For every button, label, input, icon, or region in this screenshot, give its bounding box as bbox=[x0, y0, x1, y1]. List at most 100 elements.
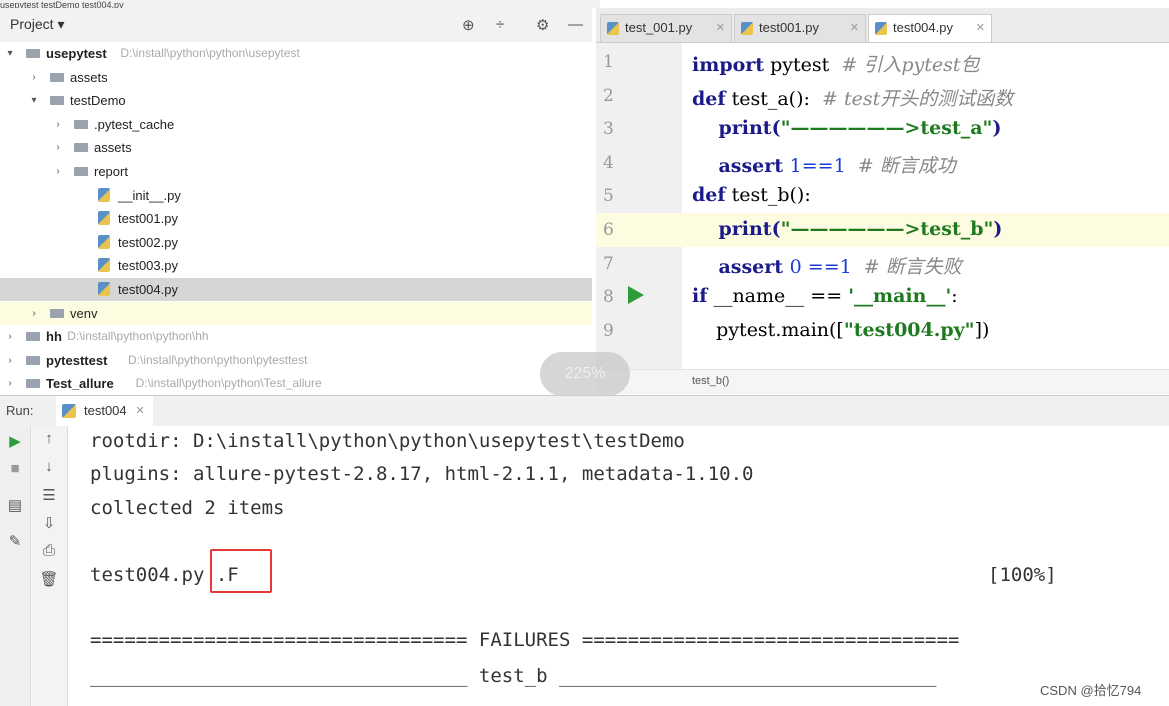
tree-item-label: testDemo bbox=[70, 93, 126, 109]
close-icon[interactable]: ✕ bbox=[976, 15, 985, 41]
locate-icon[interactable]: ⊕ bbox=[462, 16, 475, 34]
folder-icon bbox=[26, 332, 40, 342]
chevron-down-icon[interactable]: ▾ bbox=[4, 42, 16, 65]
code-line: pytest.main(["test004.py"]) bbox=[692, 319, 989, 341]
tree-item[interactable]: ▾ testDemo bbox=[0, 89, 592, 112]
trash-icon[interactable]: 🗑 bbox=[37, 570, 61, 588]
editor-tab[interactable]: test001.py ✕ bbox=[734, 14, 866, 42]
code-line: if __name__ == '__main__': bbox=[692, 285, 958, 307]
rerun-icon[interactable]: ▶ bbox=[3, 432, 27, 450]
chevron-right-icon[interactable]: › bbox=[52, 136, 64, 159]
chevron-right-icon[interactable]: › bbox=[4, 325, 16, 348]
chevron-right-icon[interactable]: › bbox=[28, 302, 40, 325]
tree-item[interactable]: test003.py bbox=[0, 254, 592, 277]
line-number: 9 bbox=[603, 320, 614, 341]
tree-item[interactable]: › assets bbox=[0, 136, 592, 159]
code-line: import pytest # 引入pytest包 bbox=[692, 50, 979, 77]
console-line: plugins: allure-pytest-2.8.17, html-2.1.… bbox=[90, 463, 754, 485]
chevron-right-icon[interactable]: › bbox=[52, 160, 64, 183]
tree-item-label: __init__.py bbox=[118, 187, 181, 203]
chevron-right-icon[interactable]: › bbox=[4, 372, 16, 394]
editor-tab[interactable]: test004.py ✕ bbox=[868, 14, 992, 42]
close-icon[interactable]: ✕ bbox=[135, 396, 144, 426]
editor-tab[interactable]: test_001.py ✕ bbox=[600, 14, 732, 42]
code-line: def test_b(): bbox=[692, 184, 811, 206]
tree-item-label: report bbox=[94, 164, 128, 179]
gear-icon[interactable]: ⚙ bbox=[536, 16, 549, 34]
python-file-icon bbox=[98, 282, 110, 296]
chevron-right-icon[interactable]: › bbox=[28, 66, 40, 89]
project-panel-header: Project ▾ ⊕ ÷ ⚙ — bbox=[0, 8, 592, 43]
code-token: # 断言成功 bbox=[845, 154, 956, 177]
run-toolbar-right: ↑ ↓ ☰ ⇩ ⎙ 🗑 bbox=[31, 426, 68, 706]
python-file-icon bbox=[875, 22, 887, 35]
line-number: 2 bbox=[603, 85, 614, 106]
pin-icon[interactable]: ✎ bbox=[3, 532, 27, 550]
print-icon[interactable]: ⎙ bbox=[37, 542, 61, 559]
tree-item[interactable]: › report bbox=[0, 160, 592, 183]
collapse-icon[interactable]: ÷ bbox=[496, 16, 504, 33]
tree-item[interactable]: ▾ usepytest D:\install\python\python\usepy… bbox=[0, 42, 592, 65]
code-token: pytest bbox=[764, 54, 842, 76]
tree-item-label: .pytest_cache bbox=[94, 116, 175, 132]
tree-item[interactable]: test002.py bbox=[0, 231, 592, 254]
tree-item[interactable]: test001.py bbox=[0, 207, 592, 230]
run-panel-header: Run: test004 ✕ bbox=[0, 395, 1169, 427]
tree-item[interactable]: __init__.py bbox=[0, 184, 592, 207]
console-line: _________________________________ test_b… bbox=[90, 665, 937, 687]
python-file-icon bbox=[98, 258, 110, 273]
layout-icon[interactable]: ▤ bbox=[3, 496, 27, 514]
line-number: 5 bbox=[603, 186, 614, 207]
down-arrow-icon[interactable]: ↓ bbox=[37, 458, 61, 475]
tree-item-label: usepytest bbox=[46, 46, 107, 61]
editor-tab-label: test004.py bbox=[893, 20, 953, 35]
console-line: rootdir: D:\install\python\python\usepyt… bbox=[90, 430, 685, 452]
python-file-icon bbox=[98, 211, 110, 226]
tree-item[interactable]: › Test_allure D:\install\python\python\Tes… bbox=[0, 372, 592, 394]
code-token: ]) bbox=[974, 318, 990, 341]
run-toolbar-left: ▶ ■ ▤ ✎ bbox=[0, 426, 31, 706]
run-label: Run: bbox=[6, 403, 34, 418]
python-file-icon bbox=[98, 234, 110, 249]
chevron-right-icon[interactable]: › bbox=[4, 349, 16, 372]
folder-icon bbox=[50, 308, 64, 318]
up-arrow-icon[interactable]: ↑ bbox=[37, 430, 61, 447]
zoom-indicator: 225% bbox=[540, 352, 630, 396]
hide-icon[interactable]: — bbox=[568, 16, 583, 33]
run-gutter-icon[interactable] bbox=[628, 286, 644, 304]
folder-icon bbox=[74, 143, 88, 153]
tree-item[interactable]: › assets bbox=[0, 66, 592, 89]
code-token: import bbox=[692, 54, 765, 76]
code-line: def test_a(): # test开头的测试函数 bbox=[692, 84, 1013, 111]
code-token: def bbox=[692, 87, 726, 110]
code-token: print( bbox=[692, 218, 781, 240]
code-token: pytest.main([ bbox=[692, 318, 844, 341]
project-view-dropdown[interactable]: Project ▾ bbox=[10, 16, 65, 33]
tree-item[interactable]: › .pytest_cache bbox=[0, 113, 592, 136]
folder-icon bbox=[74, 119, 88, 129]
code-token: : bbox=[951, 285, 958, 308]
tree-item[interactable]: test004.py bbox=[0, 278, 592, 301]
scroll-to-end-icon[interactable]: ⇩ bbox=[37, 514, 61, 532]
editor-tab-label: test_001.py bbox=[625, 20, 693, 35]
tree-item[interactable]: › hh D:\install\python\python\hh bbox=[0, 325, 592, 348]
folder-icon bbox=[26, 49, 40, 58]
tree-item-label: venv bbox=[70, 305, 98, 321]
code-token: def bbox=[692, 184, 726, 207]
line-number: 1 bbox=[603, 52, 614, 72]
code-token: 1==1 bbox=[789, 154, 846, 177]
tree-item[interactable]: › venv bbox=[0, 301, 592, 325]
python-file-icon bbox=[741, 22, 753, 35]
chevron-down-icon[interactable]: ▾ bbox=[28, 89, 40, 112]
soft-wrap-icon[interactable]: ☰ bbox=[37, 486, 61, 504]
python-file-icon bbox=[62, 404, 76, 418]
close-icon[interactable]: ✕ bbox=[716, 15, 725, 41]
run-tab[interactable]: test004 ✕ bbox=[56, 396, 153, 426]
tree-item-path: D:\install\python\python\usepytest bbox=[120, 46, 300, 60]
code-token: # test开头的测试函数 bbox=[822, 87, 1014, 110]
close-icon[interactable]: ✕ bbox=[850, 15, 859, 41]
chevron-right-icon[interactable]: › bbox=[52, 113, 64, 136]
stop-icon[interactable]: ■ bbox=[3, 460, 27, 477]
tree-item[interactable]: › pytesttest D:\install\python\python\pyte… bbox=[0, 349, 592, 372]
code-token: # 引入pytest包 bbox=[841, 54, 980, 76]
